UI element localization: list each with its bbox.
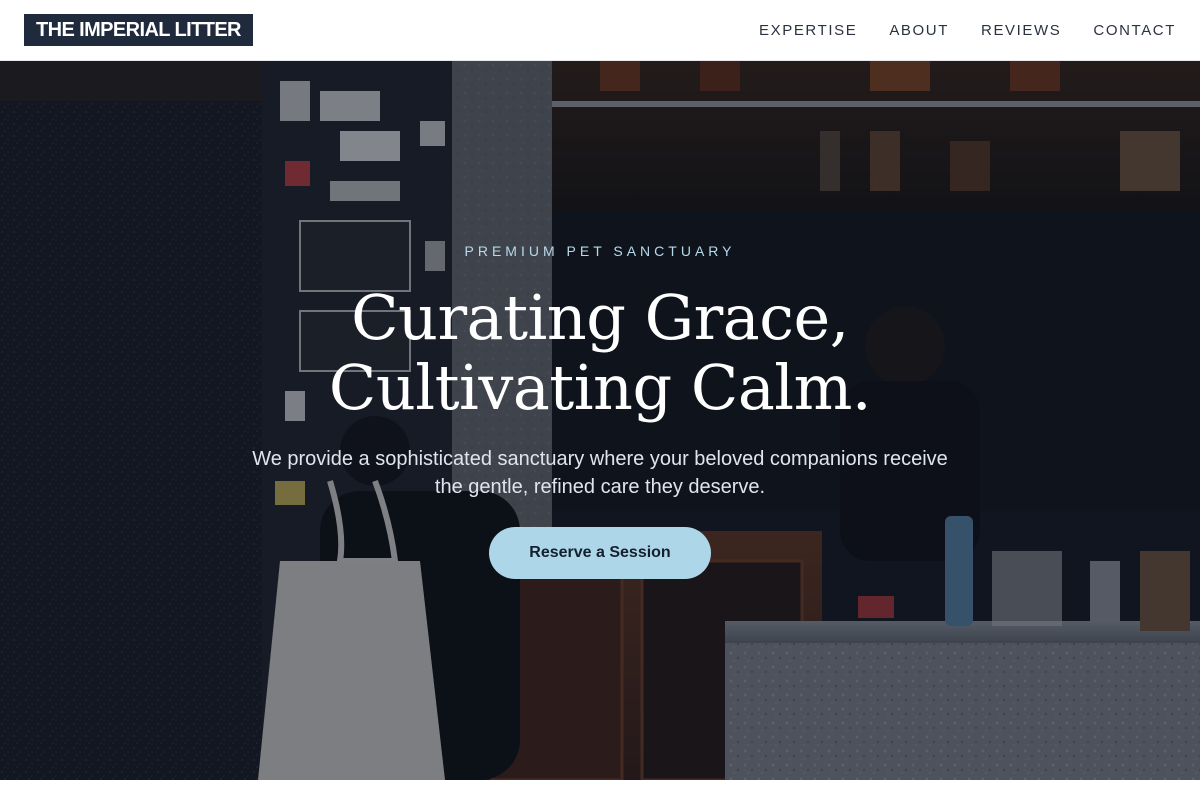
hero-headline-line-2: Cultivating Calm. <box>328 351 872 424</box>
nav-link-expertise[interactable]: EXPERTISE <box>759 22 857 39</box>
hero-eyebrow: PREMIUM PET SANCTUARY <box>464 243 736 259</box>
hero-content: PREMIUM PET SANCTUARY Curating Grace, Cu… <box>200 241 1000 579</box>
logo[interactable]: THE IMPERIAL LITTER <box>24 14 253 46</box>
nav-link-contact[interactable]: CONTACT <box>1093 22 1176 39</box>
hero-section: PREMIUM PET SANCTUARY Curating Grace, Cu… <box>0 61 1200 780</box>
hero-headline-line-1: Curating Grace, <box>351 281 849 354</box>
nav-link-about[interactable]: ABOUT <box>889 22 949 39</box>
nav-link-reviews[interactable]: REVIEWS <box>981 22 1061 39</box>
below-hero-section <box>0 780 1200 800</box>
hero-subtitle: We provide a sophisticated sanctuary whe… <box>252 448 948 498</box>
site-header: THE IMPERIAL LITTER EXPERTISE ABOUT REVI… <box>0 0 1200 61</box>
main-nav: EXPERTISE ABOUT REVIEWS CONTACT <box>759 0 1176 60</box>
reserve-session-button[interactable]: Reserve a Session <box>489 527 711 579</box>
hero-headline: Curating Grace, Cultivating Calm. <box>200 283 1000 423</box>
